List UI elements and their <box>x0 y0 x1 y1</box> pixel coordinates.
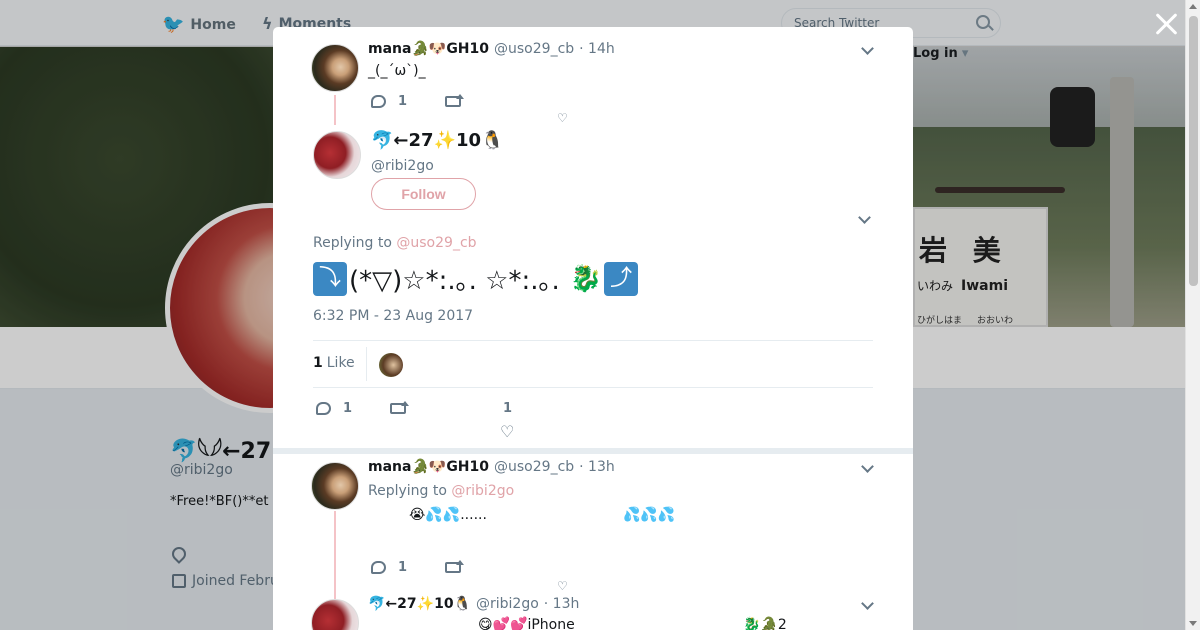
tweet-author-name[interactable]: 🐬←27✨10🐧 <box>368 596 471 612</box>
scrollbar-thumb[interactable] <box>1189 16 1198 286</box>
focus-tweet-actions: 1 <box>316 401 410 416</box>
reply-count: 1 <box>398 560 408 575</box>
avatar[interactable] <box>313 131 361 179</box>
tweet-header: mana🐊🐶GH10 @uso29_cb · 14h <box>368 41 615 57</box>
tweet-header: mana🐊🐶GH10 @uso29_cb · 13h <box>368 459 615 475</box>
login-label: Log in <box>913 46 958 61</box>
like-icon[interactable]: ♡ <box>557 111 568 125</box>
tweet-author-name[interactable]: mana🐊🐶GH10 <box>368 459 489 475</box>
tweet-author-handle[interactable]: @ribi2go <box>476 596 539 612</box>
scroll-down-icon[interactable] <box>1189 621 1197 626</box>
replying-mention[interactable]: @uso29_cb <box>396 235 476 251</box>
focus-author-handle[interactable]: @ribi2go <box>371 158 434 174</box>
follow-button[interactable]: Follow <box>371 178 476 210</box>
replying-mention[interactable]: @ribi2go <box>451 483 514 499</box>
reply-icon[interactable] <box>371 95 386 108</box>
tweet-author-name[interactable]: mana🐊🐶GH10 <box>368 41 489 57</box>
tweet-time[interactable]: · 13h <box>579 459 615 475</box>
thread-line <box>334 95 336 125</box>
replying-to: Replying to @uso29_cb <box>313 235 477 251</box>
page-scrollbar[interactable] <box>1185 0 1200 630</box>
chevron-down-icon[interactable] <box>858 211 871 224</box>
chevron-down-icon[interactable] <box>861 460 874 473</box>
likes-label: Like <box>326 355 355 371</box>
avatar[interactable] <box>311 44 359 92</box>
likes-divider <box>366 347 367 381</box>
tweet-text: 🐉🐊2 <box>743 617 787 630</box>
tweet-header: 🐬←27✨10🐧 @ribi2go · 13h <box>368 596 579 612</box>
focus-timestamp[interactable]: 6:32 PM - 23 Aug 2017 <box>313 308 473 324</box>
tweet-actions: 1 <box>371 560 465 575</box>
likes-count-number: 1 <box>313 355 323 371</box>
avatar[interactable] <box>311 462 359 510</box>
like-icon[interactable]: ♡ <box>500 422 514 441</box>
focus-tweet-text-a: (*▽)☆*:.｡. ☆*:.｡. <box>349 266 560 296</box>
tweet-actions: 1 <box>371 94 465 109</box>
liker-avatar[interactable] <box>379 353 403 377</box>
tweet-text: 😋💕💕iPhone <box>478 617 575 630</box>
retweet-icon[interactable] <box>390 401 410 414</box>
tweet-author-handle[interactable]: @uso29_cb <box>494 459 574 475</box>
tweet-text: _(_´ω`)_ <box>368 63 426 79</box>
focus-like-count: 1 <box>503 401 513 416</box>
tweet-author-handle[interactable]: @uso29_cb <box>494 41 574 57</box>
section-separator <box>273 448 913 454</box>
focus-like-count-wrap: 1 <box>503 401 512 416</box>
reply-count: 1 <box>398 94 408 109</box>
likes-count[interactable]: 1 Like <box>313 355 355 371</box>
like-icon[interactable]: ♡ <box>557 579 568 593</box>
tweet-time[interactable]: · 14h <box>579 41 615 57</box>
tweet-modal: mana🐊🐶GH10 @uso29_cb · 14h _(_´ω`)_ 1 ♡ … <box>273 27 913 630</box>
reply-icon[interactable] <box>371 561 386 574</box>
likes-row: 1 Like <box>313 340 873 388</box>
scroll-up-icon[interactable] <box>1189 4 1197 9</box>
replying-prefix: Replying to <box>313 235 392 251</box>
reply-icon[interactable] <box>316 402 331 415</box>
login-link[interactable]: Log in ▾ <box>913 46 968 61</box>
tweet-text: 😭💦💦...... <box>409 507 487 523</box>
chevron-down-icon[interactable] <box>861 42 874 55</box>
arrow-down-right-icon: ⤵ <box>313 261 347 296</box>
chevron-down-icon[interactable] <box>861 597 874 610</box>
focus-reply-count: 1 <box>343 401 353 416</box>
close-icon[interactable] <box>1153 10 1181 38</box>
arrow-up-right-icon: ⤴ <box>604 261 639 296</box>
replying-prefix: Replying to <box>368 483 447 499</box>
replying-to: Replying to @ribi2go <box>368 483 514 499</box>
avatar[interactable] <box>311 599 359 630</box>
retweet-icon[interactable] <box>445 94 465 107</box>
focus-tweet-text-b: 🐉 <box>569 263 603 294</box>
tweet-time[interactable]: · 13h <box>544 596 580 612</box>
focus-tweet-text: ⤵ (*▽)☆*:.｡. ☆*:.｡. 🐉 ⤴ <box>313 260 640 297</box>
focus-author-name[interactable]: 🐬←27✨10🐧 <box>371 130 503 151</box>
tweet-text: 💦💦💦 <box>623 507 676 523</box>
retweet-icon[interactable] <box>445 560 465 573</box>
